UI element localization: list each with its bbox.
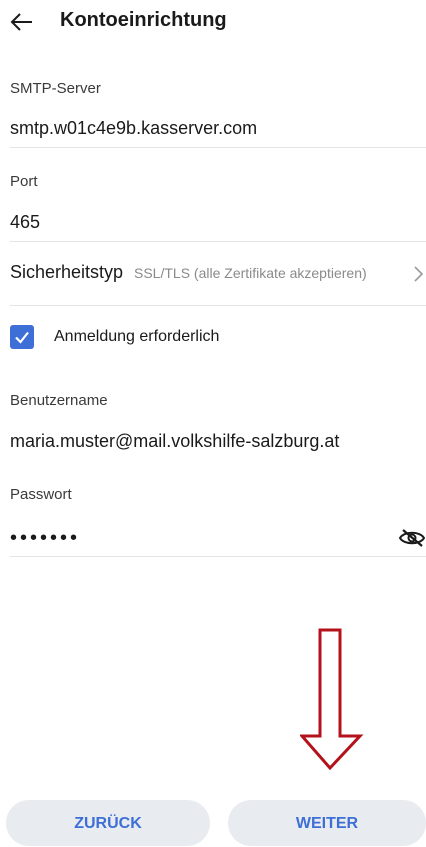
next-button[interactable]: WEITER	[228, 800, 426, 846]
security-type-value: SSL/TLS (alle Zertifikate akzeptieren)	[134, 265, 367, 281]
port-field[interactable]: 465	[10, 212, 40, 233]
divider	[10, 241, 426, 242]
app-header: Kontoeinrichtung	[0, 0, 426, 48]
divider	[10, 556, 426, 557]
divider	[10, 305, 426, 306]
password-label: Passwort	[10, 486, 72, 503]
back-button[interactable]: ZURÜCK	[6, 800, 210, 846]
username-label: Benutzername	[10, 392, 108, 409]
smtp-server-label: SMTP-Server	[10, 80, 101, 97]
security-type-label: Sicherheitstyp	[10, 262, 124, 282]
login-required-label: Anmeldung erforderlich	[54, 328, 220, 345]
arrow-left-icon[interactable]	[8, 8, 36, 36]
login-required-checkbox[interactable]	[10, 325, 34, 349]
password-field[interactable]	[10, 524, 370, 552]
smtp-server-field[interactable]: smtp.w01c4e9b.kasserver.com	[10, 118, 257, 139]
security-type-row[interactable]: Sicherheitstyp SSL/TLS (alle Zertifikate…	[0, 250, 426, 298]
checkmark-icon	[15, 331, 29, 344]
port-label: Port	[10, 173, 38, 190]
username-field[interactable]: maria.muster@mail.volkshilfe-salzburg.at	[10, 431, 339, 452]
chevron-right-icon	[414, 266, 424, 282]
eye-slash-icon[interactable]	[398, 528, 426, 548]
page-title: Kontoeinrichtung	[60, 9, 227, 31]
red-down-arrow	[300, 628, 364, 770]
divider	[10, 147, 426, 148]
